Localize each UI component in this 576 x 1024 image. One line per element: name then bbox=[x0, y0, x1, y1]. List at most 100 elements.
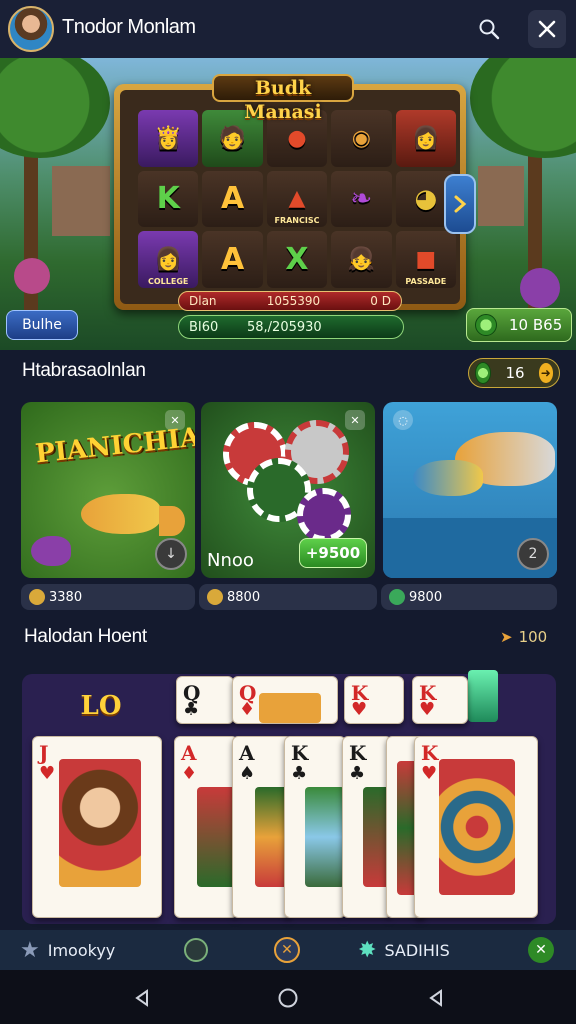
coin-icon bbox=[207, 589, 223, 605]
card-suit: ♠ bbox=[239, 763, 256, 784]
reward-value: 10 B65 bbox=[509, 316, 563, 334]
playing-card[interactable]: K ♣ bbox=[284, 736, 346, 918]
game-title: PIANICHIAL bbox=[33, 420, 195, 470]
game-card-fish[interactable]: ✕ PIANICHIAL ↓ bbox=[21, 402, 195, 578]
reel-cell: ▲ FRANCISC bbox=[266, 170, 328, 228]
system-recents-button[interactable] bbox=[422, 984, 450, 1012]
back-triangle-icon bbox=[135, 989, 148, 1007]
slot-title: Budk Manasi bbox=[212, 74, 354, 123]
deck-icon bbox=[468, 670, 498, 722]
balance-label: BI60 bbox=[189, 319, 219, 335]
search-icon bbox=[479, 19, 500, 40]
coral-image bbox=[31, 536, 71, 566]
playing-card[interactable]: K ♥ bbox=[344, 676, 404, 724]
nav-item-sadihis[interactable]: ✸ SADIHIS bbox=[358, 930, 450, 970]
reel-cell: 👩 COLLEGE bbox=[138, 231, 199, 288]
section-coin-pill[interactable]: 16 ➜ bbox=[468, 358, 560, 388]
pill-value: 16 bbox=[505, 364, 525, 382]
hero-reward-pill[interactable]: 10 B65 bbox=[466, 308, 572, 342]
card-art bbox=[305, 787, 345, 887]
card-rank: J bbox=[39, 741, 49, 765]
arrow-right-icon: ➜ bbox=[538, 363, 553, 383]
lo-badge: LO bbox=[80, 691, 122, 721]
card-art bbox=[439, 759, 515, 895]
user-avatar[interactable] bbox=[8, 6, 54, 52]
chip-image bbox=[297, 488, 351, 542]
section-value-text: 100 bbox=[518, 628, 548, 646]
star-icon: ✸ bbox=[358, 937, 377, 963]
close-circle-icon: ✕ bbox=[528, 937, 554, 963]
nav-item-settings[interactable]: ✕ bbox=[528, 930, 554, 970]
card-art bbox=[259, 693, 321, 723]
close-button[interactable] bbox=[528, 10, 566, 48]
play-button[interactable]: ↓ bbox=[155, 538, 187, 570]
arrow-icon: ➤ bbox=[500, 628, 513, 646]
nav-item-mookyy[interactable]: ★ Imookyy bbox=[20, 930, 115, 970]
top-header: Tnodor Monlam bbox=[0, 0, 576, 58]
cross-icon: ✕ bbox=[274, 937, 300, 963]
playing-card[interactable]: A ♠ bbox=[232, 736, 292, 918]
flower bbox=[520, 268, 560, 308]
tree-canopy bbox=[0, 58, 110, 158]
reel-cell: X bbox=[266, 231, 328, 288]
chevron-right-icon bbox=[454, 195, 467, 213]
reel-cell: A bbox=[202, 231, 263, 288]
nav-item-cross[interactable]: ✕ bbox=[274, 930, 300, 970]
house bbox=[478, 166, 524, 226]
flower bbox=[14, 258, 50, 294]
card-rank: A bbox=[181, 741, 197, 765]
system-nav-bar bbox=[0, 970, 576, 1024]
balance-bar: BI60 58,/205930 bbox=[178, 315, 404, 339]
section-value[interactable]: ➤ 100 bbox=[500, 628, 547, 646]
section-title: Halodan Hoent bbox=[24, 626, 147, 647]
house bbox=[52, 166, 110, 236]
system-back-button[interactable] bbox=[128, 984, 156, 1012]
card-suit: ♥ bbox=[39, 763, 56, 784]
nav-label: Imookyy bbox=[47, 940, 116, 960]
game-card-ocean[interactable]: ◌ 2 bbox=[383, 402, 557, 578]
nav-item-home[interactable] bbox=[184, 930, 208, 970]
card-rank: A bbox=[239, 741, 255, 765]
card-art bbox=[197, 787, 237, 887]
search-button[interactable] bbox=[472, 12, 506, 46]
home-circle-icon bbox=[278, 988, 298, 1008]
game-price-button[interactable]: +9500 bbox=[299, 538, 367, 568]
home-icon bbox=[184, 938, 208, 962]
playing-card[interactable]: A ♦ bbox=[174, 736, 238, 918]
system-home-button[interactable] bbox=[274, 984, 302, 1012]
reel-cell: 👩 bbox=[395, 110, 456, 167]
hero-left-button[interactable]: Bulhe bbox=[6, 310, 78, 340]
game-card-chips[interactable]: ✕ Nnoo +9500 bbox=[201, 402, 375, 578]
reel-cell: A bbox=[202, 170, 263, 228]
game-stat: 3380 bbox=[21, 584, 195, 610]
reel-cell: ◉ bbox=[331, 110, 392, 167]
play-button[interactable]: 2 bbox=[517, 538, 549, 570]
playing-card[interactable]: Q ♣ bbox=[176, 676, 234, 724]
playing-card[interactable]: J ♥ bbox=[32, 736, 162, 918]
card-suit: ♥ bbox=[421, 763, 438, 784]
queen-portrait bbox=[59, 759, 141, 887]
coin-icon bbox=[475, 362, 492, 384]
stat-value: 3380 bbox=[49, 589, 83, 605]
jackpot-extra: 0 D bbox=[370, 294, 391, 308]
jackpot-label: Dlan bbox=[189, 294, 217, 308]
jackpot-value: 1055390 bbox=[266, 294, 321, 308]
reel-cell: ■ PASSADE bbox=[395, 231, 456, 288]
playing-card[interactable]: Q ♦ bbox=[232, 676, 338, 724]
playing-card[interactable]: K ♣ bbox=[342, 736, 392, 918]
card-suit: ♦ bbox=[239, 699, 256, 720]
game-stat: 8800 bbox=[199, 584, 377, 610]
card-suit: ♥ bbox=[351, 699, 368, 720]
page-title: Tnodor Monlam bbox=[62, 16, 196, 38]
green-coin-icon bbox=[389, 589, 405, 605]
playing-card[interactable]: K ♥ bbox=[412, 676, 468, 724]
balance-value: 58,/205930 bbox=[247, 319, 322, 335]
fish-tail bbox=[159, 506, 185, 536]
info-icon: ◌ bbox=[393, 410, 413, 430]
reel-cell: ❧ bbox=[331, 170, 392, 228]
slot-next-button[interactable] bbox=[444, 174, 476, 234]
game-title: Nnoo bbox=[207, 550, 254, 571]
playing-card[interactable]: K ♥ bbox=[414, 736, 538, 918]
card-rank: K bbox=[421, 741, 439, 765]
nav-label: SADIHIS bbox=[384, 940, 450, 960]
